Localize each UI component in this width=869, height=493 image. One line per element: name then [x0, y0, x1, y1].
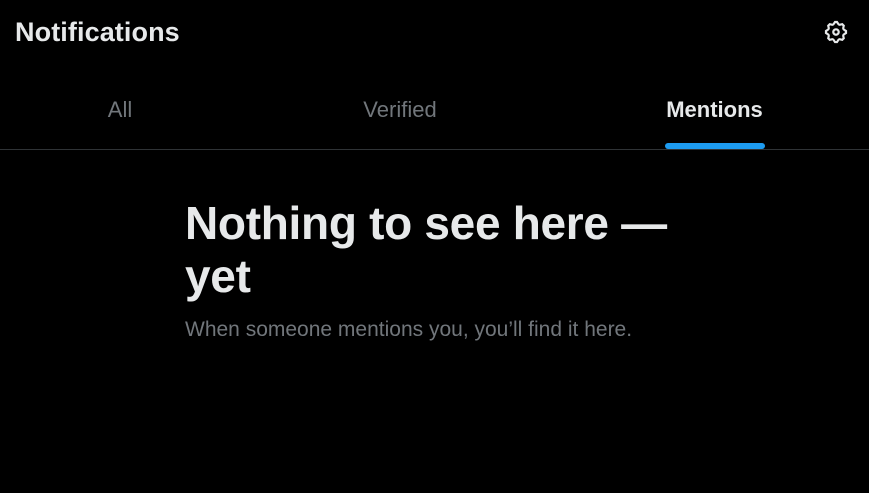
notifications-page: Notifications All Verified Mentions Noth…: [0, 0, 869, 493]
gear-icon: [824, 20, 848, 44]
settings-button[interactable]: [816, 12, 856, 52]
page-header: Notifications: [0, 0, 869, 66]
tab-all[interactable]: All: [0, 72, 240, 149]
empty-state: Nothing to see here — yet When someone m…: [185, 197, 705, 343]
notification-tabs: All Verified Mentions: [0, 72, 869, 149]
tab-all-label: All: [107, 96, 133, 122]
tab-mentions-label: Mentions: [666, 96, 763, 122]
empty-state-title: Nothing to see here — yet: [185, 197, 667, 302]
tabs-divider: [0, 149, 869, 150]
empty-state-subtitle: When someone mentions you, you’ll find i…: [185, 318, 633, 341]
tab-mentions[interactable]: Mentions: [560, 72, 869, 149]
page-title: Notifications: [15, 17, 180, 47]
tab-verified-label: Verified: [363, 96, 437, 122]
tab-verified[interactable]: Verified: [240, 72, 560, 149]
